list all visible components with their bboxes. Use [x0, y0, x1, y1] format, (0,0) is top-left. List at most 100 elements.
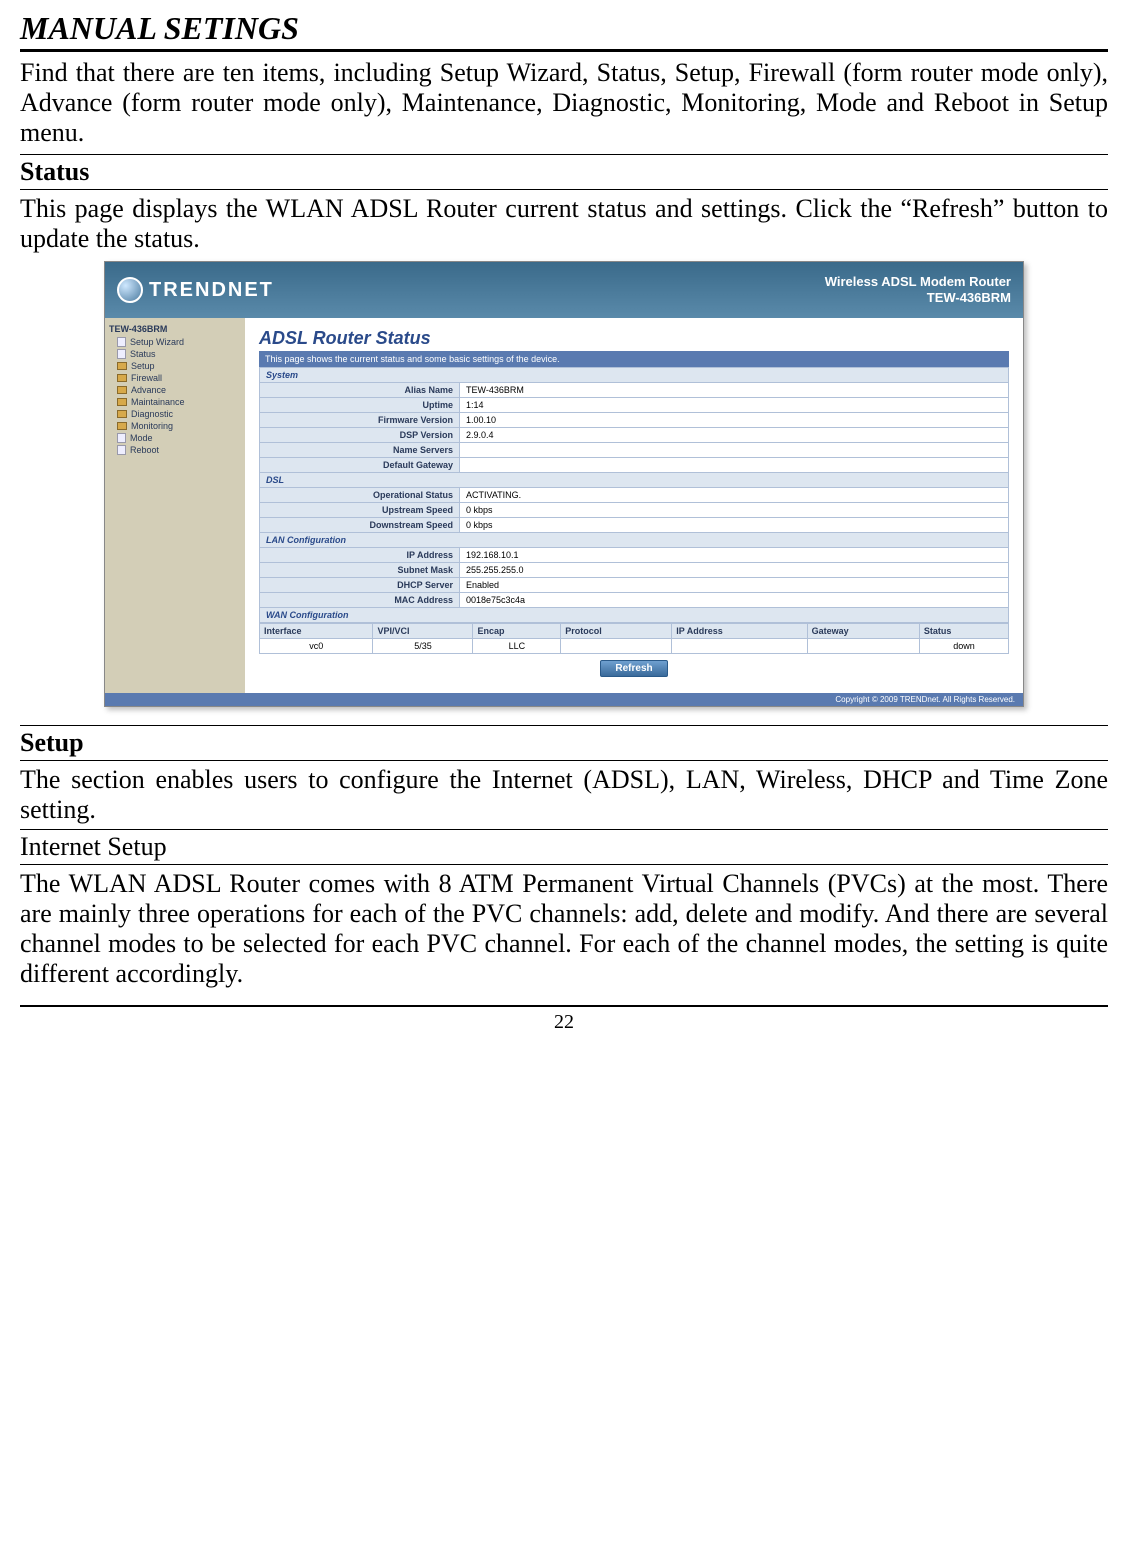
- wan-status: down: [919, 639, 1008, 654]
- internet-setup-paragraph: The WLAN ADSL Router comes with 8 ATM Pe…: [20, 865, 1108, 993]
- setup-heading: Setup: [20, 725, 1108, 761]
- product-line1: Wireless ADSL Modem Router: [825, 274, 1011, 291]
- page-icon: [117, 349, 126, 359]
- sidebar-item-maintainance[interactable]: Maintainance: [109, 396, 241, 408]
- row-label: Default Gateway: [260, 458, 460, 473]
- row-label: Firmware Version: [260, 413, 460, 428]
- row-value: 0 kbps: [460, 503, 1009, 518]
- dsl-group-header: DSL: [260, 473, 1009, 488]
- status-table: System Alias NameTEW-436BRM Uptime1:14 F…: [259, 367, 1009, 623]
- page-title: MANUAL SETINGS: [20, 10, 1108, 52]
- refresh-button[interactable]: Refresh: [600, 660, 667, 677]
- internet-setup-heading: Internet Setup: [20, 829, 1108, 865]
- folder-icon: [117, 386, 127, 394]
- sidebar-item-setup[interactable]: Setup: [109, 360, 241, 372]
- sidebar-item-label: Mode: [130, 433, 153, 443]
- intro-paragraph: Find that there are ten items, including…: [20, 58, 1108, 148]
- status-heading: Status: [20, 154, 1108, 190]
- lan-group-header: LAN Configuration: [260, 533, 1009, 548]
- globe-icon: [117, 277, 143, 303]
- folder-icon: [117, 422, 127, 430]
- setup-paragraph: The section enables users to configure t…: [20, 761, 1108, 829]
- row-value: 0 kbps: [460, 518, 1009, 533]
- wan-row: vc0 5/35 LLC down: [260, 639, 1009, 654]
- page-icon: [117, 337, 126, 347]
- row-label: Uptime: [260, 398, 460, 413]
- page-icon: [117, 433, 126, 443]
- row-label: IP Address: [260, 548, 460, 563]
- sidebar-title: TEW-436BRM: [109, 324, 241, 334]
- sidebar-item-setup-wizard[interactable]: Setup Wizard: [109, 336, 241, 348]
- row-label: Alias Name: [260, 383, 460, 398]
- sidebar-item-firewall[interactable]: Firewall: [109, 372, 241, 384]
- wan-col-gateway: Gateway: [807, 624, 919, 639]
- page-number: 22: [20, 1005, 1108, 1034]
- row-value: ACTIVATING.: [460, 488, 1009, 503]
- wan-encap: LLC: [473, 639, 561, 654]
- row-value: 2.9.0.4: [460, 428, 1009, 443]
- wan-col-interface: Interface: [260, 624, 373, 639]
- wan-col-protocol: Protocol: [561, 624, 672, 639]
- wan-proto: [561, 639, 672, 654]
- row-label: Operational Status: [260, 488, 460, 503]
- row-value: 0018e75c3c4a: [460, 593, 1009, 608]
- sidebar-item-label: Setup: [131, 361, 155, 371]
- wan-col-encap: Encap: [473, 624, 561, 639]
- main-subtitle: This page shows the current status and s…: [259, 351, 1009, 367]
- product-name: Wireless ADSL Modem Router TEW-436BRM: [825, 274, 1011, 308]
- sidebar-item-advance[interactable]: Advance: [109, 384, 241, 396]
- row-label: Downstream Speed: [260, 518, 460, 533]
- product-line2: TEW-436BRM: [825, 290, 1011, 307]
- wan-group-header: WAN Configuration: [260, 608, 1009, 623]
- row-value: [460, 458, 1009, 473]
- row-label: Name Servers: [260, 443, 460, 458]
- folder-icon: [117, 362, 127, 370]
- row-value: [460, 443, 1009, 458]
- row-value: 255.255.255.0: [460, 563, 1009, 578]
- wan-col-vpivci: VPI/VCI: [373, 624, 473, 639]
- row-value: 1:14: [460, 398, 1009, 413]
- row-value: Enabled: [460, 578, 1009, 593]
- sidebar-nav: TEW-436BRM Setup Wizard Status Setup Fir…: [105, 318, 245, 693]
- sidebar-item-label: Firewall: [131, 373, 162, 383]
- brand-logo: TRENDNET: [117, 277, 274, 303]
- router-ui-footer: Copyright © 2009 TRENDnet. All Rights Re…: [105, 693, 1023, 706]
- sidebar-item-label: Setup Wizard: [130, 337, 184, 347]
- system-group-header: System: [260, 368, 1009, 383]
- wan-vpivci: 5/35: [373, 639, 473, 654]
- sidebar-item-mode[interactable]: Mode: [109, 432, 241, 444]
- wan-iface: vc0: [260, 639, 373, 654]
- sidebar-item-label: Advance: [131, 385, 166, 395]
- row-label: DSP Version: [260, 428, 460, 443]
- folder-icon: [117, 398, 127, 406]
- status-paragraph: This page displays the WLAN ADSL Router …: [20, 190, 1108, 258]
- sidebar-item-status[interactable]: Status: [109, 348, 241, 360]
- sidebar-item-diagnostic[interactable]: Diagnostic: [109, 408, 241, 420]
- wan-ip: [672, 639, 807, 654]
- wan-table: Interface VPI/VCI Encap Protocol IP Addr…: [259, 623, 1009, 654]
- wan-col-status: Status: [919, 624, 1008, 639]
- folder-icon: [117, 410, 127, 418]
- sidebar-item-label: Maintainance: [131, 397, 185, 407]
- row-label: MAC Address: [260, 593, 460, 608]
- row-label: Subnet Mask: [260, 563, 460, 578]
- main-title: ADSL Router Status: [259, 328, 1009, 349]
- main-panel: ADSL Router Status This page shows the c…: [245, 318, 1023, 693]
- row-value: 192.168.10.1: [460, 548, 1009, 563]
- page-icon: [117, 445, 126, 455]
- row-value: TEW-436BRM: [460, 383, 1009, 398]
- sidebar-item-reboot[interactable]: Reboot: [109, 444, 241, 456]
- sidebar-item-label: Diagnostic: [131, 409, 173, 419]
- sidebar-item-monitoring[interactable]: Monitoring: [109, 420, 241, 432]
- brand-text: TRENDNET: [149, 279, 274, 302]
- sidebar-item-label: Monitoring: [131, 421, 173, 431]
- row-value: 1.00.10: [460, 413, 1009, 428]
- status-screenshot: TRENDNET Wireless ADSL Modem Router TEW-…: [20, 257, 1108, 721]
- sidebar-item-label: Reboot: [130, 445, 159, 455]
- wan-gw: [807, 639, 919, 654]
- folder-icon: [117, 374, 127, 382]
- row-label: DHCP Server: [260, 578, 460, 593]
- wan-col-ip: IP Address: [672, 624, 807, 639]
- row-label: Upstream Speed: [260, 503, 460, 518]
- router-ui-header: TRENDNET Wireless ADSL Modem Router TEW-…: [105, 262, 1023, 318]
